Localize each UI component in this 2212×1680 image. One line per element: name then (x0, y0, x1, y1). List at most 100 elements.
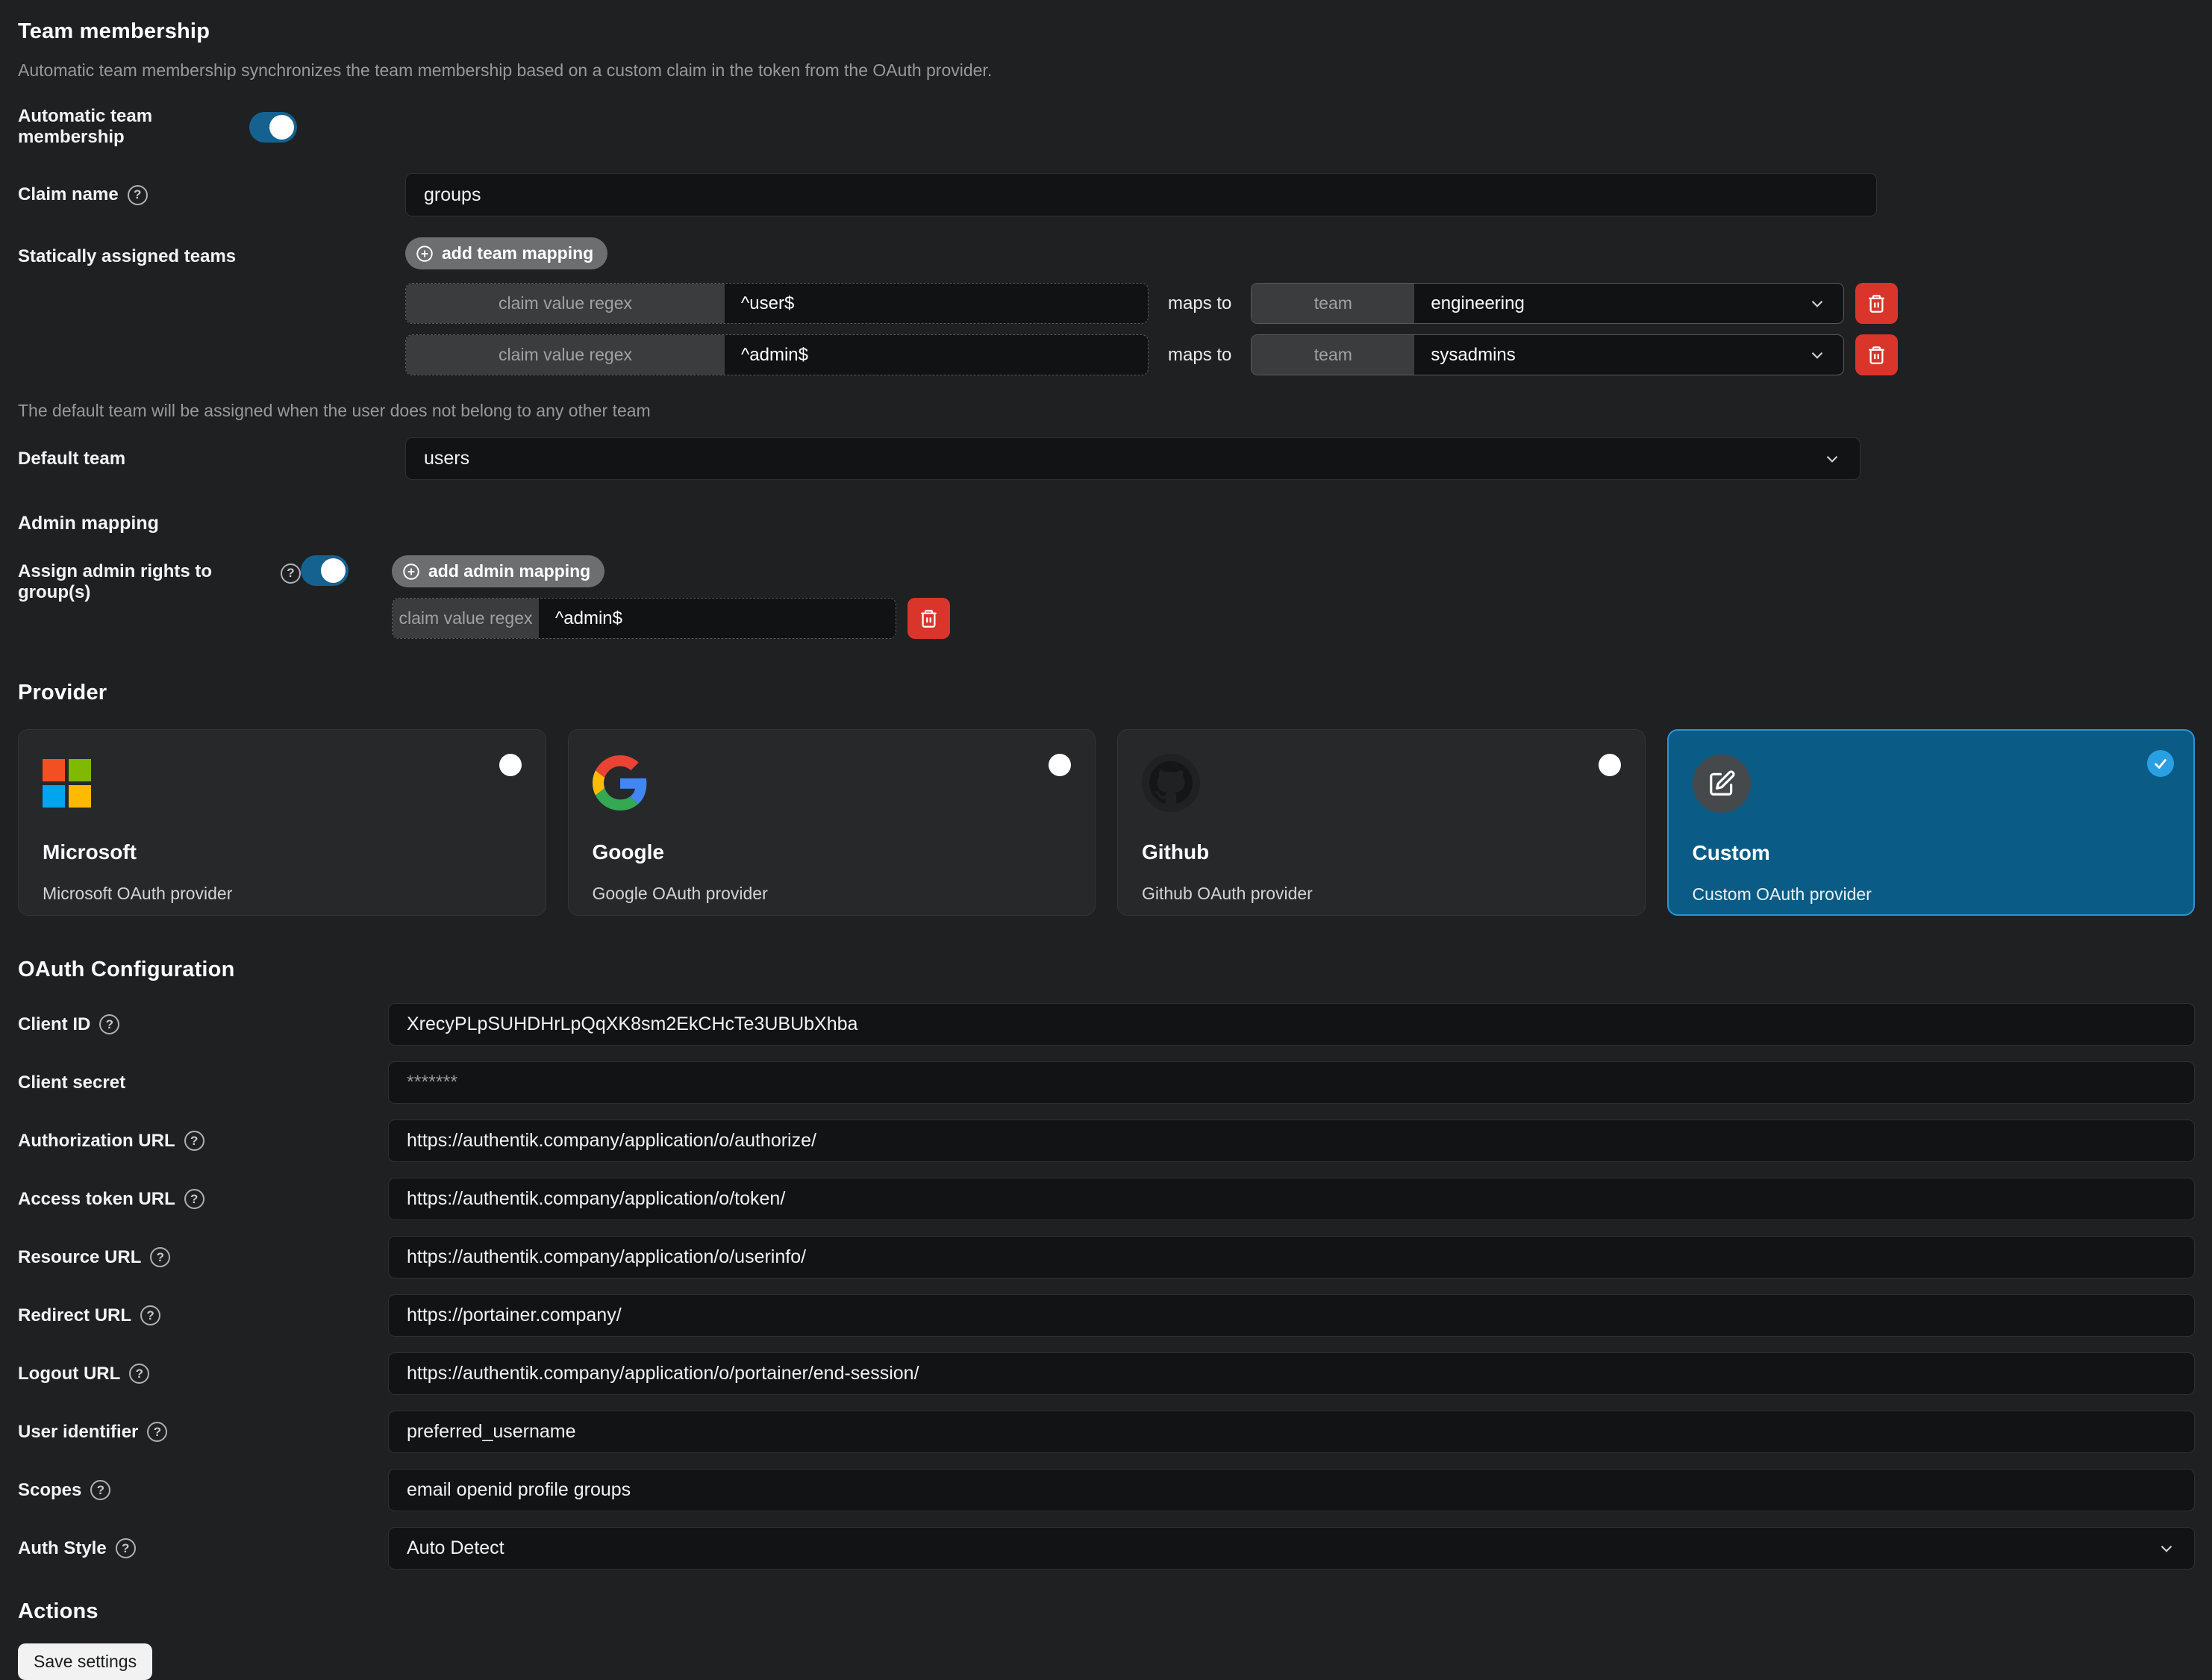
default-team-label: Default team (18, 449, 125, 469)
redirect-url-help-icon[interactable]: ? (140, 1305, 160, 1325)
resource-url-label: Resource URL (18, 1247, 141, 1268)
microsoft-logo-icon (43, 759, 91, 808)
claim-regex-input[interactable]: ^user$ (725, 284, 1148, 323)
delete-team-mapping-button[interactable] (1855, 283, 1898, 324)
client-id-help-icon[interactable]: ? (99, 1014, 119, 1034)
add-admin-mapping-label: add admin mapping (428, 561, 590, 581)
user-identifier-help-icon[interactable]: ? (147, 1422, 167, 1442)
provider-grid: Microsoft Microsoft OAuth provider Googl… (18, 729, 2195, 916)
chevron-down-icon (1808, 346, 1827, 365)
add-team-mapping-label: add team mapping (442, 243, 593, 263)
authorization-url-row: Authorization URL ? https://authentik.co… (18, 1120, 2195, 1162)
auth-style-select[interactable]: Auto Detect (388, 1527, 2195, 1570)
chevron-down-icon (1822, 449, 1842, 469)
claim-regex-prefix: claim value regex (393, 599, 539, 638)
selected-check-icon (2147, 750, 2174, 777)
claim-name-label: Claim name (18, 184, 119, 205)
claim-regex-input[interactable]: ^admin$ (725, 335, 1148, 375)
default-team-select[interactable]: users (405, 437, 1860, 480)
radio-unselected-icon[interactable] (499, 754, 522, 776)
toggle-knob (269, 115, 294, 140)
plus-circle-icon (402, 562, 421, 581)
team-select[interactable]: sysadmins (1414, 335, 1843, 375)
trash-icon (919, 608, 939, 628)
claim-regex-prefix: claim value regex (406, 284, 725, 323)
actions-title: Actions (18, 1599, 2195, 1624)
auth-style-label: Auth Style (18, 1538, 107, 1559)
provider-card-github[interactable]: Github Github OAuth provider (1117, 729, 1646, 916)
team-mapping-row: claim value regex ^admin$ maps to team s… (405, 334, 1898, 375)
default-team-row: Default team users (18, 437, 2195, 480)
delete-admin-mapping-button[interactable] (907, 598, 950, 639)
admin-mappings-area: add admin mapping claim value regex ^adm… (392, 555, 950, 639)
statically-assigned-teams-label: Statically assigned teams (18, 246, 236, 267)
radio-unselected-icon[interactable] (1599, 754, 1621, 776)
user-identifier-label: User identifier (18, 1422, 138, 1443)
team-select[interactable]: engineering (1414, 284, 1843, 323)
delete-team-mapping-button[interactable] (1855, 334, 1898, 375)
statically-assigned-teams-row: Statically assigned teams add team mappi… (18, 237, 2195, 375)
add-team-mapping-button[interactable]: add team mapping (405, 237, 607, 269)
auth-style-row: Auth Style ? Auto Detect (18, 1527, 2195, 1570)
provider-card-microsoft[interactable]: Microsoft Microsoft OAuth provider (18, 729, 546, 916)
assign-admin-toggle[interactable] (301, 555, 349, 586)
auth-style-help-icon[interactable]: ? (116, 1538, 136, 1558)
scopes-value: email openid profile groups (407, 1479, 631, 1501)
authorization-url-input[interactable]: https://authentik.company/application/o/… (388, 1120, 2195, 1162)
custom-edit-icon (1693, 755, 1751, 813)
provider-card-title: Google (593, 840, 1073, 864)
automatic-team-membership-toggle[interactable] (249, 112, 297, 143)
logout-url-row: Logout URL ? https://authentik.company/a… (18, 1352, 2195, 1395)
client-secret-input[interactable]: ******* (388, 1061, 2195, 1104)
logout-url-input[interactable]: https://authentik.company/application/o/… (388, 1352, 2195, 1395)
resource-url-help-icon[interactable]: ? (150, 1247, 170, 1267)
scopes-row: Scopes ? email openid profile groups (18, 1469, 2195, 1511)
claim-name-help-icon[interactable]: ? (128, 185, 148, 205)
authorization-url-help-icon[interactable]: ? (184, 1131, 204, 1151)
provider-card-title: Github (1142, 840, 1622, 864)
user-identifier-input[interactable]: preferred_username (388, 1411, 2195, 1453)
resource-url-input[interactable]: https://authentik.company/application/o/… (388, 1236, 2195, 1278)
scopes-input[interactable]: email openid profile groups (388, 1469, 2195, 1511)
logout-url-value: https://authentik.company/application/o/… (407, 1363, 919, 1384)
provider-card-description: Google OAuth provider (593, 884, 1073, 904)
automatic-team-membership-row: Automatic team membership (18, 106, 2195, 148)
authorization-url-value: https://authentik.company/application/o/… (407, 1130, 816, 1152)
claim-regex-group: claim value regex ^user$ (405, 283, 1149, 324)
access-token-url-input[interactable]: https://authentik.company/application/o/… (388, 1178, 2195, 1220)
admin-mapping-title: Admin mapping (18, 513, 2195, 534)
admin-regex-input[interactable]: ^admin$ (539, 599, 896, 638)
authorization-url-label: Authorization URL (18, 1131, 175, 1152)
assign-admin-help-icon[interactable]: ? (281, 563, 301, 584)
provider-card-description: Custom OAuth provider (1693, 884, 2172, 905)
claim-name-input[interactable]: groups (405, 173, 1877, 216)
scopes-help-icon[interactable]: ? (90, 1480, 110, 1500)
save-settings-button[interactable]: Save settings (18, 1643, 152, 1680)
client-id-input[interactable]: XrecyPLpSUHDHrLpQqXK8sm2EkCHcTe3UBUbXhba (388, 1003, 2195, 1046)
redirect-url-value: https://portainer.company/ (407, 1305, 622, 1326)
chevron-down-icon (1808, 294, 1827, 313)
add-admin-mapping-button[interactable]: add admin mapping (392, 555, 604, 587)
client-secret-value: ******* (407, 1072, 457, 1093)
team-prefix: team (1252, 335, 1414, 375)
scopes-label: Scopes (18, 1480, 81, 1501)
resource-url-row: Resource URL ? https://authentik.company… (18, 1236, 2195, 1278)
redirect-url-input[interactable]: https://portainer.company/ (388, 1294, 2195, 1337)
client-id-row: Client ID ? XrecyPLpSUHDHrLpQqXK8sm2EkCH… (18, 1003, 2195, 1046)
team-select-value: sysadmins (1431, 345, 1515, 366)
team-prefix: team (1252, 284, 1414, 323)
redirect-url-row: Redirect URL ? https://portainer.company… (18, 1294, 2195, 1337)
redirect-url-label: Redirect URL (18, 1305, 131, 1326)
claim-name-value: groups (424, 184, 481, 206)
access-token-url-help-icon[interactable]: ? (184, 1189, 204, 1209)
assign-admin-row: Assign admin rights to group(s) ? add ad… (18, 555, 2195, 639)
radio-unselected-icon[interactable] (1049, 754, 1071, 776)
team-mappings-area: add team mapping claim value regex ^user… (405, 237, 1898, 375)
team-mapping-row: claim value regex ^user$ maps to team en… (405, 283, 1898, 324)
access-token-url-value: https://authentik.company/application/o/… (407, 1188, 785, 1210)
provider-card-google[interactable]: Google Google OAuth provider (568, 729, 1096, 916)
provider-card-custom[interactable]: Custom Custom OAuth provider (1667, 729, 2196, 916)
plus-circle-icon (415, 244, 434, 263)
logout-url-help-icon[interactable]: ? (129, 1364, 149, 1384)
team-membership-description: Automatic team membership synchronizes t… (18, 60, 2195, 81)
